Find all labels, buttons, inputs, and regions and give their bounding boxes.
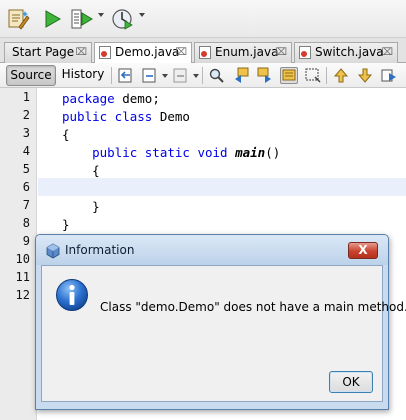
close-tab-icon[interactable]: ⌧ xyxy=(381,43,393,62)
dialog-titlebar[interactable]: Information X xyxy=(36,235,388,265)
toggle-rectangular-selection-icon[interactable] xyxy=(304,67,322,84)
tab-demo-java[interactable]: Demo.java ⌧ xyxy=(94,42,192,64)
ok-button[interactable]: OK xyxy=(329,371,373,393)
line-number: 4 xyxy=(22,144,30,158)
close-tab-icon[interactable]: ⌧ xyxy=(175,43,187,62)
dialog-body: Class "demo.Demo" does not have a main m… xyxy=(41,265,406,402)
code-keyword: package xyxy=(62,91,115,106)
toggle-bookmark-icon[interactable] xyxy=(380,67,398,84)
code-line-8: } xyxy=(62,217,70,232)
tab-switch-java[interactable]: Switch.java ⌧ xyxy=(294,42,398,63)
line-number: 1 xyxy=(22,90,30,104)
code-keyword: public class xyxy=(62,109,153,124)
line-number: 9 xyxy=(22,234,30,248)
run-icon[interactable] xyxy=(40,7,64,31)
clean-build-icon[interactable] xyxy=(6,7,30,31)
code-line-5: { xyxy=(62,163,100,178)
line-number: 6 xyxy=(22,180,30,194)
tab-label: Enum.java xyxy=(215,45,279,59)
code-line-3: { xyxy=(62,127,70,142)
find-selection-icon[interactable] xyxy=(208,67,226,84)
line-number: 2 xyxy=(22,108,30,122)
last-edit-icon[interactable] xyxy=(117,67,135,84)
line-number: 7 xyxy=(22,198,30,212)
code-text: Demo xyxy=(152,109,190,124)
previous-bookmark-icon[interactable] xyxy=(332,67,350,84)
dialog-message: Class "demo.Demo" does not have a main m… xyxy=(100,300,406,314)
tab-label: Switch.java xyxy=(315,45,384,59)
line-number: 8 xyxy=(22,216,30,230)
profile-dropdown-arrow-icon[interactable] xyxy=(98,13,104,17)
toolbar-separator xyxy=(326,67,327,84)
app-icon xyxy=(45,243,61,259)
close-tab-icon[interactable]: ⌧ xyxy=(75,43,87,62)
information-icon xyxy=(55,278,89,312)
main-toolbar xyxy=(0,0,406,38)
toolbar-separator xyxy=(111,67,112,84)
java-file-icon xyxy=(199,46,211,59)
code-line-4: public static void main() xyxy=(62,144,280,162)
code-keyword: public static void xyxy=(62,145,228,160)
tab-enum-java[interactable]: Enum.java ⌧ xyxy=(194,42,292,63)
back-dropdown-arrow-icon[interactable] xyxy=(162,74,168,78)
line-number-gutter: 1 2 3 4 5 6 7 8 9 10 11 12 xyxy=(0,88,37,420)
code-line-7: } xyxy=(62,199,100,214)
editor-tab-strip: Start Page ⌧ Demo.java ⌧ Enum.java ⌧ Swi… xyxy=(0,38,406,64)
close-button[interactable]: X xyxy=(348,242,378,259)
tab-start-page[interactable]: Start Page ⌧ xyxy=(4,42,92,63)
information-dialog: Information X Class "demo.Demo" does not… xyxy=(35,234,406,410)
forward-dropdown-arrow-icon[interactable] xyxy=(193,74,199,78)
debug-dropdown-arrow-icon[interactable] xyxy=(139,13,145,17)
history-tab-button[interactable]: History xyxy=(60,65,106,86)
code-line-2: public class Demo xyxy=(62,108,190,126)
profile-icon[interactable] xyxy=(70,7,94,31)
tab-label: Start Page xyxy=(12,45,75,59)
debug-icon[interactable] xyxy=(110,7,134,31)
code-method-name: main xyxy=(235,145,266,160)
toolbar-separator xyxy=(202,67,203,84)
line-number: 5 xyxy=(22,162,30,176)
find-next-icon[interactable] xyxy=(256,67,274,84)
java-file-icon xyxy=(99,46,111,59)
code-text: () xyxy=(265,145,281,160)
dialog-title: Information xyxy=(65,243,135,257)
tab-label: Demo.java xyxy=(115,45,180,59)
editor-toolbar: Source History xyxy=(0,63,406,88)
line-number: 12 xyxy=(15,288,30,302)
toggle-highlight-search-icon[interactable] xyxy=(280,67,298,84)
java-file-icon xyxy=(299,46,311,59)
close-tab-icon[interactable]: ⌧ xyxy=(275,43,287,62)
code-line-1: package demo; xyxy=(62,90,160,108)
line-number: 10 xyxy=(15,252,30,266)
forward-icon[interactable] xyxy=(172,67,190,84)
next-bookmark-icon[interactable] xyxy=(356,67,374,84)
line-number: 11 xyxy=(15,270,30,284)
code-text: demo; xyxy=(114,91,160,106)
line-number: 3 xyxy=(22,126,30,140)
back-icon[interactable] xyxy=(141,67,159,84)
find-previous-icon[interactable] xyxy=(232,67,250,84)
current-line-highlight xyxy=(38,178,406,196)
source-tab-button[interactable]: Source xyxy=(6,65,56,86)
